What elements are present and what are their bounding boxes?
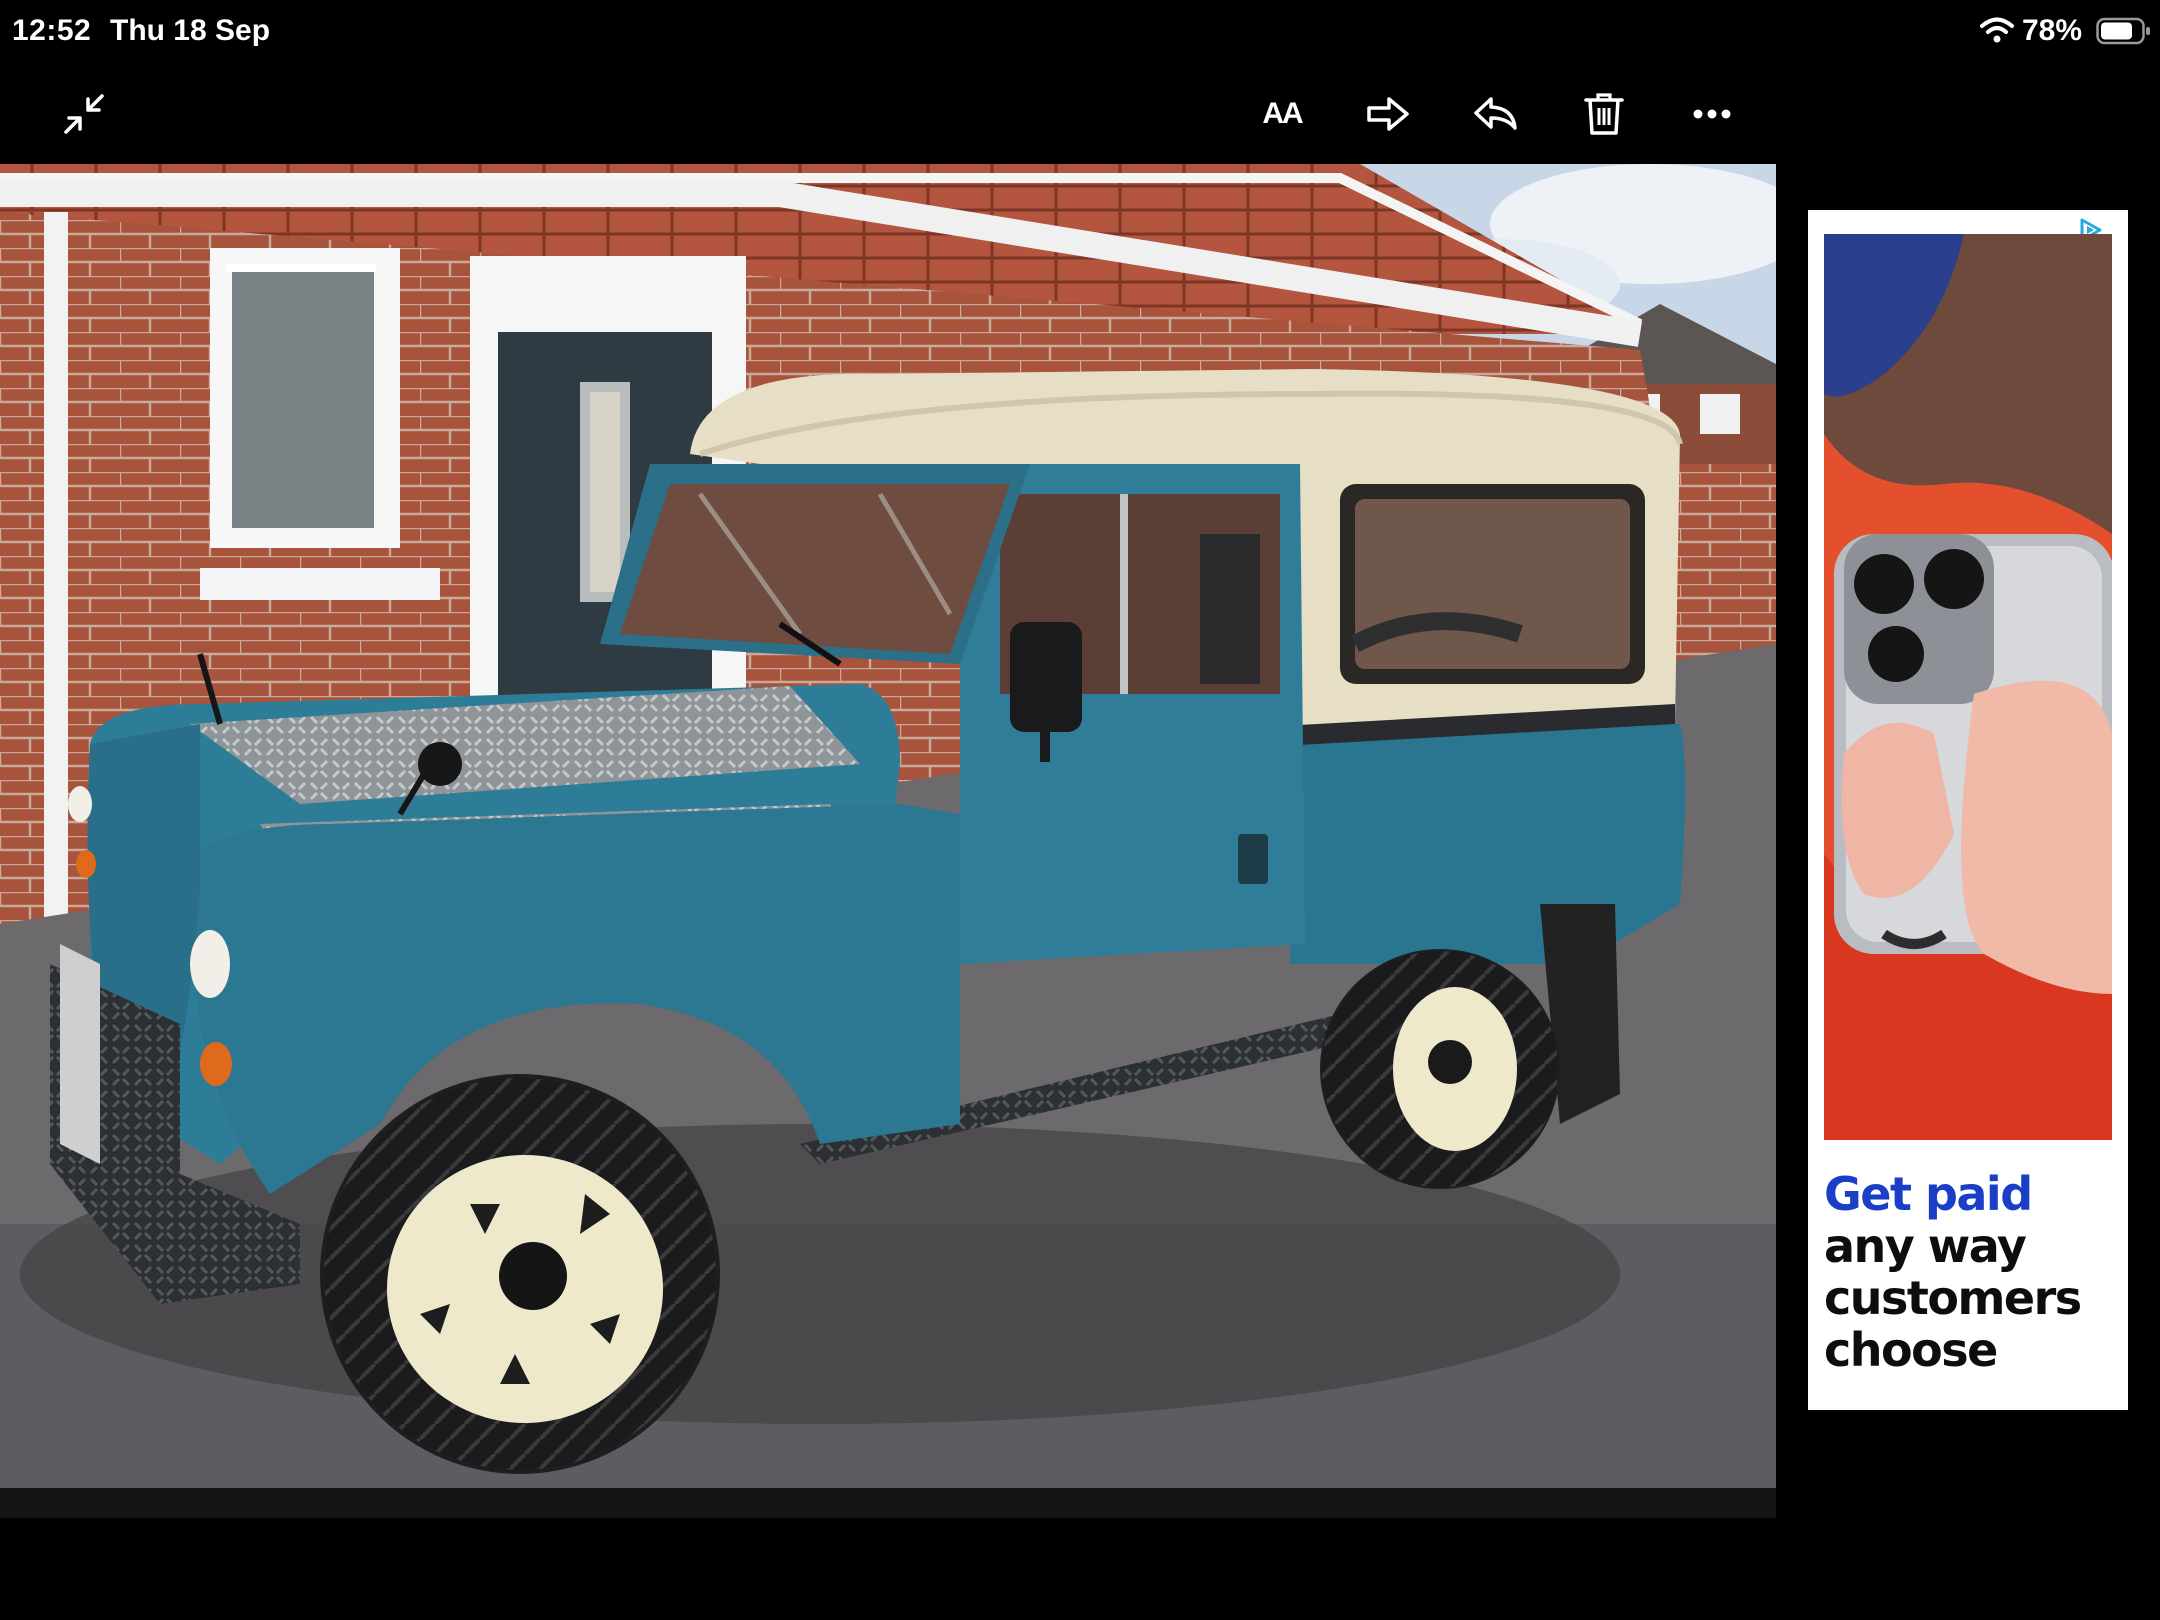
wifi-icon bbox=[1980, 17, 2014, 43]
ad-headline-line1: Get paid bbox=[1824, 1167, 2033, 1221]
forward-button[interactable] bbox=[1360, 86, 1416, 142]
photo-view[interactable] bbox=[0, 164, 1776, 1488]
delete-button[interactable] bbox=[1576, 86, 1632, 142]
battery-percentage: 78% bbox=[2022, 14, 2083, 47]
more-icon bbox=[1693, 109, 1731, 119]
status-time: 12:52 bbox=[12, 14, 92, 47]
photo-bottom-band bbox=[0, 1488, 1776, 1518]
battery-icon bbox=[2096, 17, 2150, 45]
reply-icon bbox=[1474, 97, 1517, 130]
collapse-button[interactable] bbox=[56, 86, 112, 142]
more-button[interactable] bbox=[1684, 86, 1740, 142]
ad-image[interactable] bbox=[1824, 234, 2112, 1140]
status-bar: 12:52 Thu 18 Sep 78% bbox=[0, 0, 2160, 62]
collapse-icon bbox=[64, 94, 104, 134]
landrover-photo bbox=[0, 164, 1776, 1488]
viewer-toolbar: AA bbox=[0, 62, 1776, 162]
text-size-button[interactable]: AA bbox=[1252, 86, 1312, 142]
reply-button[interactable] bbox=[1468, 86, 1524, 142]
forward-icon bbox=[1367, 97, 1409, 131]
ad-phone-photo bbox=[1824, 234, 2112, 1140]
status-date: Thu 18 Sep bbox=[110, 14, 271, 47]
trash-icon bbox=[1584, 93, 1624, 135]
ad-headline[interactable]: Get paid any way customers choose bbox=[1824, 1168, 2114, 1376]
ad-headline-line2: any way customers choose bbox=[1824, 1219, 2082, 1377]
advertisement-panel[interactable]: Get paid any way customers choose bbox=[1808, 210, 2128, 1410]
text-size-icon: AA bbox=[1262, 97, 1303, 130]
